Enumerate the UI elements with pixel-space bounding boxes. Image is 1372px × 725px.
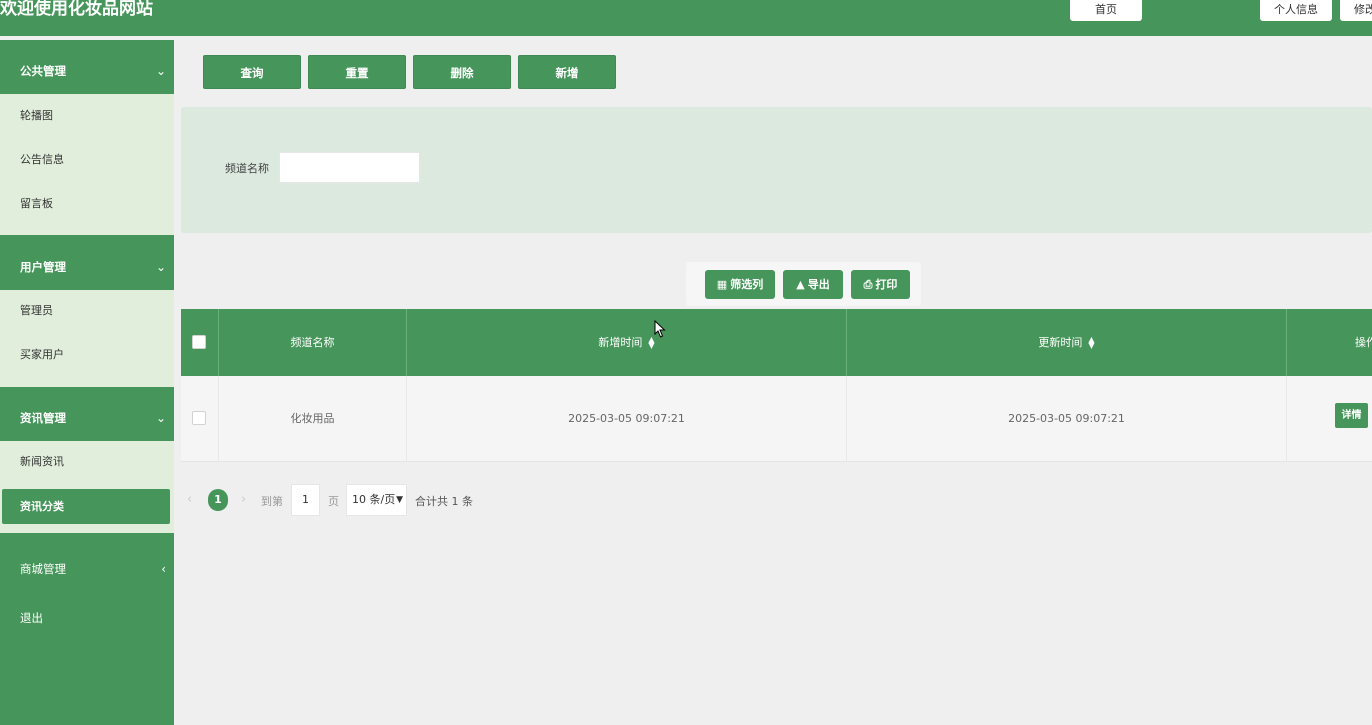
export-button[interactable]: ▲ 导出 xyxy=(783,270,843,299)
edit-password-button[interactable]: 修改 xyxy=(1340,0,1372,21)
delete-button[interactable]: 删除 xyxy=(413,55,511,89)
column-header-label: 更新时间 xyxy=(1038,336,1083,349)
sort-icon[interactable]: ▲ ▼ xyxy=(648,336,654,350)
header-checkbox-cell xyxy=(181,309,219,376)
print-icon: ⎙ xyxy=(863,278,873,291)
menu-group-public[interactable]: 公共管理 ⌄ xyxy=(0,44,174,98)
print-button[interactable]: ⎙ 打印 xyxy=(851,270,910,299)
goto-page-input[interactable]: 1 xyxy=(291,484,320,516)
sidebar-item-message-board[interactable]: 留言板 xyxy=(0,189,174,219)
site-title: 欢迎使用化妆品网站 xyxy=(0,0,153,19)
page-size-select[interactable]: 10 条/页 ▼ xyxy=(346,484,407,516)
columns-icon: ▦ xyxy=(716,278,728,291)
filter-columns-button[interactable]: ▦ 筛选列 xyxy=(705,270,775,299)
column-header-action: 操作 xyxy=(1287,309,1372,376)
chevron-down-icon: ⌄ xyxy=(155,260,166,274)
menu-group-label: 用户管理 xyxy=(20,260,66,274)
chevron-down-icon: ⌄ xyxy=(155,64,166,78)
chevron-down-icon: ⌄ xyxy=(155,411,166,425)
goto-label: 到第 xyxy=(261,495,283,508)
logout-button[interactable]: 退出 xyxy=(0,603,174,633)
mouse-cursor-icon xyxy=(654,320,666,338)
row-checkbox[interactable] xyxy=(192,411,206,425)
submenu-news: 新闻资讯 资讯分类 xyxy=(0,441,174,533)
sidebar-item-carousel[interactable]: 轮播图 xyxy=(0,101,174,131)
filter-columns-label: 筛选列 xyxy=(730,278,764,291)
query-button[interactable]: 查询 xyxy=(203,55,301,89)
row-checkbox-cell xyxy=(181,376,219,462)
add-button[interactable]: 新增 xyxy=(518,55,616,89)
column-header-label: 操作 xyxy=(1355,336,1372,349)
profile-button[interactable]: 个人信息 xyxy=(1260,0,1332,21)
cell-created: 2025-03-05 09:07:21 xyxy=(407,376,847,462)
export-icon: ▲ xyxy=(796,278,805,291)
submenu-users: 管理员 买家用户 xyxy=(0,290,174,387)
column-header-created[interactable]: 新增时间 ▲ ▼ xyxy=(407,309,847,376)
menu-group-label: 商城管理 xyxy=(20,562,66,576)
top-header: 欢迎使用化妆品网站 首页 个人信息 修改 xyxy=(0,0,1372,36)
menu-group-news[interactable]: 资讯管理 ⌄ xyxy=(0,391,174,445)
table-action-bar: ▦ 筛选列 ▲ 导出 ⎙ 打印 xyxy=(686,262,921,306)
table-row: 化妆用品 2025-03-05 09:07:21 2025-03-05 09:0… xyxy=(181,376,1372,462)
submenu-public: 轮播图 公告信息 留言板 xyxy=(0,94,174,235)
pagination: ‹ 1 › 到第 1 页 10 条/页 ▼ 合计共 1 条 xyxy=(181,484,581,516)
page-size-value: 10 条/页 xyxy=(352,493,396,506)
channel-name-label: 频道名称 xyxy=(225,162,269,175)
total-count: 合计共 1 条 xyxy=(415,495,473,508)
table-header: 频道名称 新增时间 ▲ ▼ 更新时间 ▲ ▼ 操作 xyxy=(181,309,1372,376)
menu-group-label: 资讯管理 xyxy=(20,411,66,425)
menu-group-users[interactable]: 用户管理 ⌄ xyxy=(0,240,174,294)
cell-updated: 2025-03-05 09:07:21 xyxy=(847,376,1287,462)
channel-name-input[interactable] xyxy=(279,152,420,183)
sidebar-item-news-category[interactable]: 资讯分类 xyxy=(2,489,170,524)
next-page-icon[interactable]: › xyxy=(241,492,246,507)
home-button[interactable]: 首页 xyxy=(1070,0,1142,21)
page-number-current[interactable]: 1 xyxy=(208,489,228,511)
sidebar-item-notice[interactable]: 公告信息 xyxy=(0,145,174,175)
page-suffix-label: 页 xyxy=(328,495,339,508)
cell-channel: 化妆用品 xyxy=(219,376,407,462)
sort-icon[interactable]: ▲ ▼ xyxy=(1088,336,1094,350)
column-header-label: 新增时间 xyxy=(598,336,643,349)
menu-group-label: 公共管理 xyxy=(20,64,66,78)
chevron-down-icon: ▼ xyxy=(396,495,403,505)
menu-group-mall[interactable]: 商城管理 ‹ xyxy=(0,542,174,596)
sidebar-item-admin[interactable]: 管理员 xyxy=(0,296,174,326)
column-header-updated[interactable]: 更新时间 ▲ ▼ xyxy=(847,309,1287,376)
sidebar-item-news[interactable]: 新闻资讯 xyxy=(0,447,174,477)
search-panel: 频道名称 xyxy=(181,107,1372,233)
detail-button[interactable]: 详情 xyxy=(1335,403,1368,428)
prev-page-icon[interactable]: ‹ xyxy=(187,492,192,507)
export-label: 导出 xyxy=(807,278,830,291)
sidebar-item-buyer[interactable]: 买家用户 xyxy=(0,340,174,370)
select-all-checkbox[interactable] xyxy=(192,335,206,349)
print-label: 打印 xyxy=(875,278,898,291)
sidebar: 公共管理 ⌄ 轮播图 公告信息 留言板 用户管理 ⌄ 管理员 买家用户 资讯管理… xyxy=(0,40,174,725)
reset-button[interactable]: 重置 xyxy=(308,55,406,89)
chevron-left-icon: ‹ xyxy=(161,562,166,576)
column-header-channel: 频道名称 xyxy=(219,309,407,376)
